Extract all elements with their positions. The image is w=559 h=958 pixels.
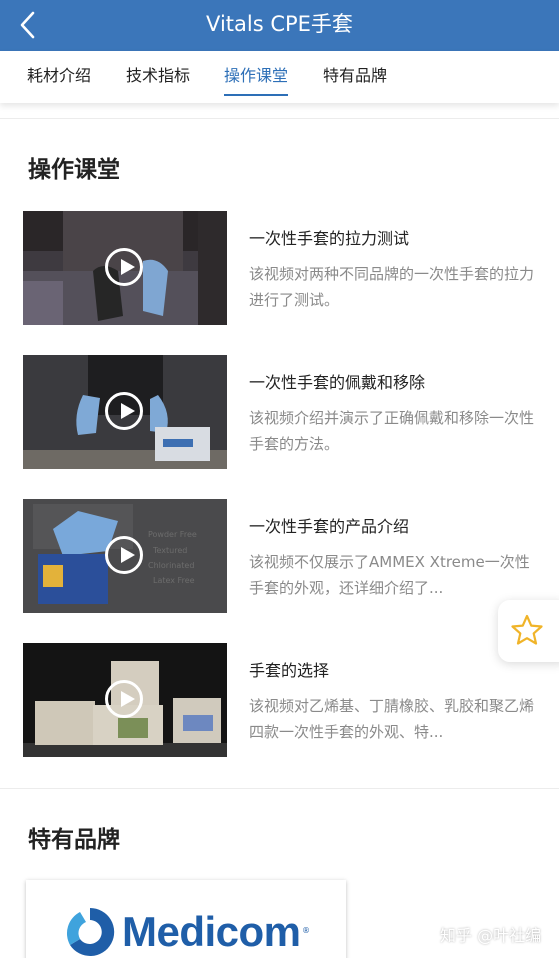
video-description: 该视频对两种不同品牌的一次性手套的拉力进行了测试。 (249, 265, 535, 309)
video-title[interactable]: 一次性手套的佩戴和移除 (249, 369, 425, 393)
video-item[interactable]: 一次性手套的拉力测试 该视频对两种不同品牌的一次性手套的拉力进行了测试。 (0, 211, 559, 329)
video-description: 该视频对乙烯基、丁腈橡胶、乳胶和聚乙烯四款一次性手套的外观、特... (249, 697, 535, 741)
section-divider (0, 788, 559, 789)
svg-text:Chlorinated: Chlorinated (148, 561, 194, 570)
svg-text:Latex Free: Latex Free (153, 576, 195, 585)
video-title[interactable]: 手套的选择 (249, 657, 329, 681)
registered-mark: ® (302, 926, 310, 935)
video-item[interactable]: 手套的选择 该视频对乙烯基、丁腈橡胶、乳胶和聚乙烯四款一次性手套的外观、特... (0, 643, 559, 761)
lessons-section-title: 操作课堂 (28, 157, 120, 183)
tab-tech-specs[interactable]: 技术指标 (126, 51, 190, 103)
tab-brands[interactable]: 特有品牌 (323, 51, 387, 103)
svg-text:Powder Free: Powder Free (148, 530, 197, 539)
svg-text:Textured: Textured (152, 546, 187, 555)
play-icon[interactable] (105, 536, 143, 574)
video-description: 该视频不仅展示了AMMEX Xtreme一次性手套的外观，还详细介绍了... (249, 553, 530, 597)
video-title[interactable]: 一次性手套的拉力测试 (249, 225, 409, 249)
star-icon (511, 614, 543, 645)
video-thumbnail[interactable] (23, 643, 227, 757)
video-thumbnail[interactable]: Powder Free Textured Chlorinated Latex F… (23, 499, 227, 613)
video-title[interactable]: 一次性手套的产品介绍 (249, 513, 409, 537)
video-thumbnail[interactable] (23, 211, 227, 325)
tab-bar: 耗材介绍 技术指标 操作课堂 特有品牌 (0, 51, 559, 103)
video-description: 该视频介绍并演示了正确佩戴和移除一次性手套的方法。 (249, 409, 535, 453)
active-tab-indicator (224, 94, 288, 96)
section-divider (0, 118, 559, 119)
top-navbar: Vitals CPE手套 (0, 0, 559, 51)
video-item[interactable]: Powder Free Textured Chlorinated Latex F… (0, 499, 559, 617)
tab-consumables[interactable]: 耗材介绍 (27, 51, 91, 103)
brands-section-title: 特有品牌 (28, 827, 120, 853)
play-icon[interactable] (105, 392, 143, 430)
brand-card-medicom[interactable]: Medicom ® (26, 880, 346, 958)
medicom-logo-icon (66, 907, 115, 956)
play-icon[interactable] (105, 680, 143, 718)
video-item[interactable]: 一次性手套的佩戴和移除 该视频介绍并演示了正确佩戴和移除一次性手套的方法。 (0, 355, 559, 473)
app-screen: Vitals CPE手套 耗材介绍 技术指标 操作课堂 特有品牌 操作课堂 一次… (0, 0, 559, 958)
page-title: Vitals CPE手套 (206, 12, 353, 36)
video-thumbnail[interactable] (23, 355, 227, 469)
favorite-button[interactable] (498, 600, 559, 662)
brand-name: Medicom (122, 908, 301, 955)
play-icon[interactable] (105, 248, 143, 286)
watermark: 知乎 @叶社编 (440, 926, 542, 945)
